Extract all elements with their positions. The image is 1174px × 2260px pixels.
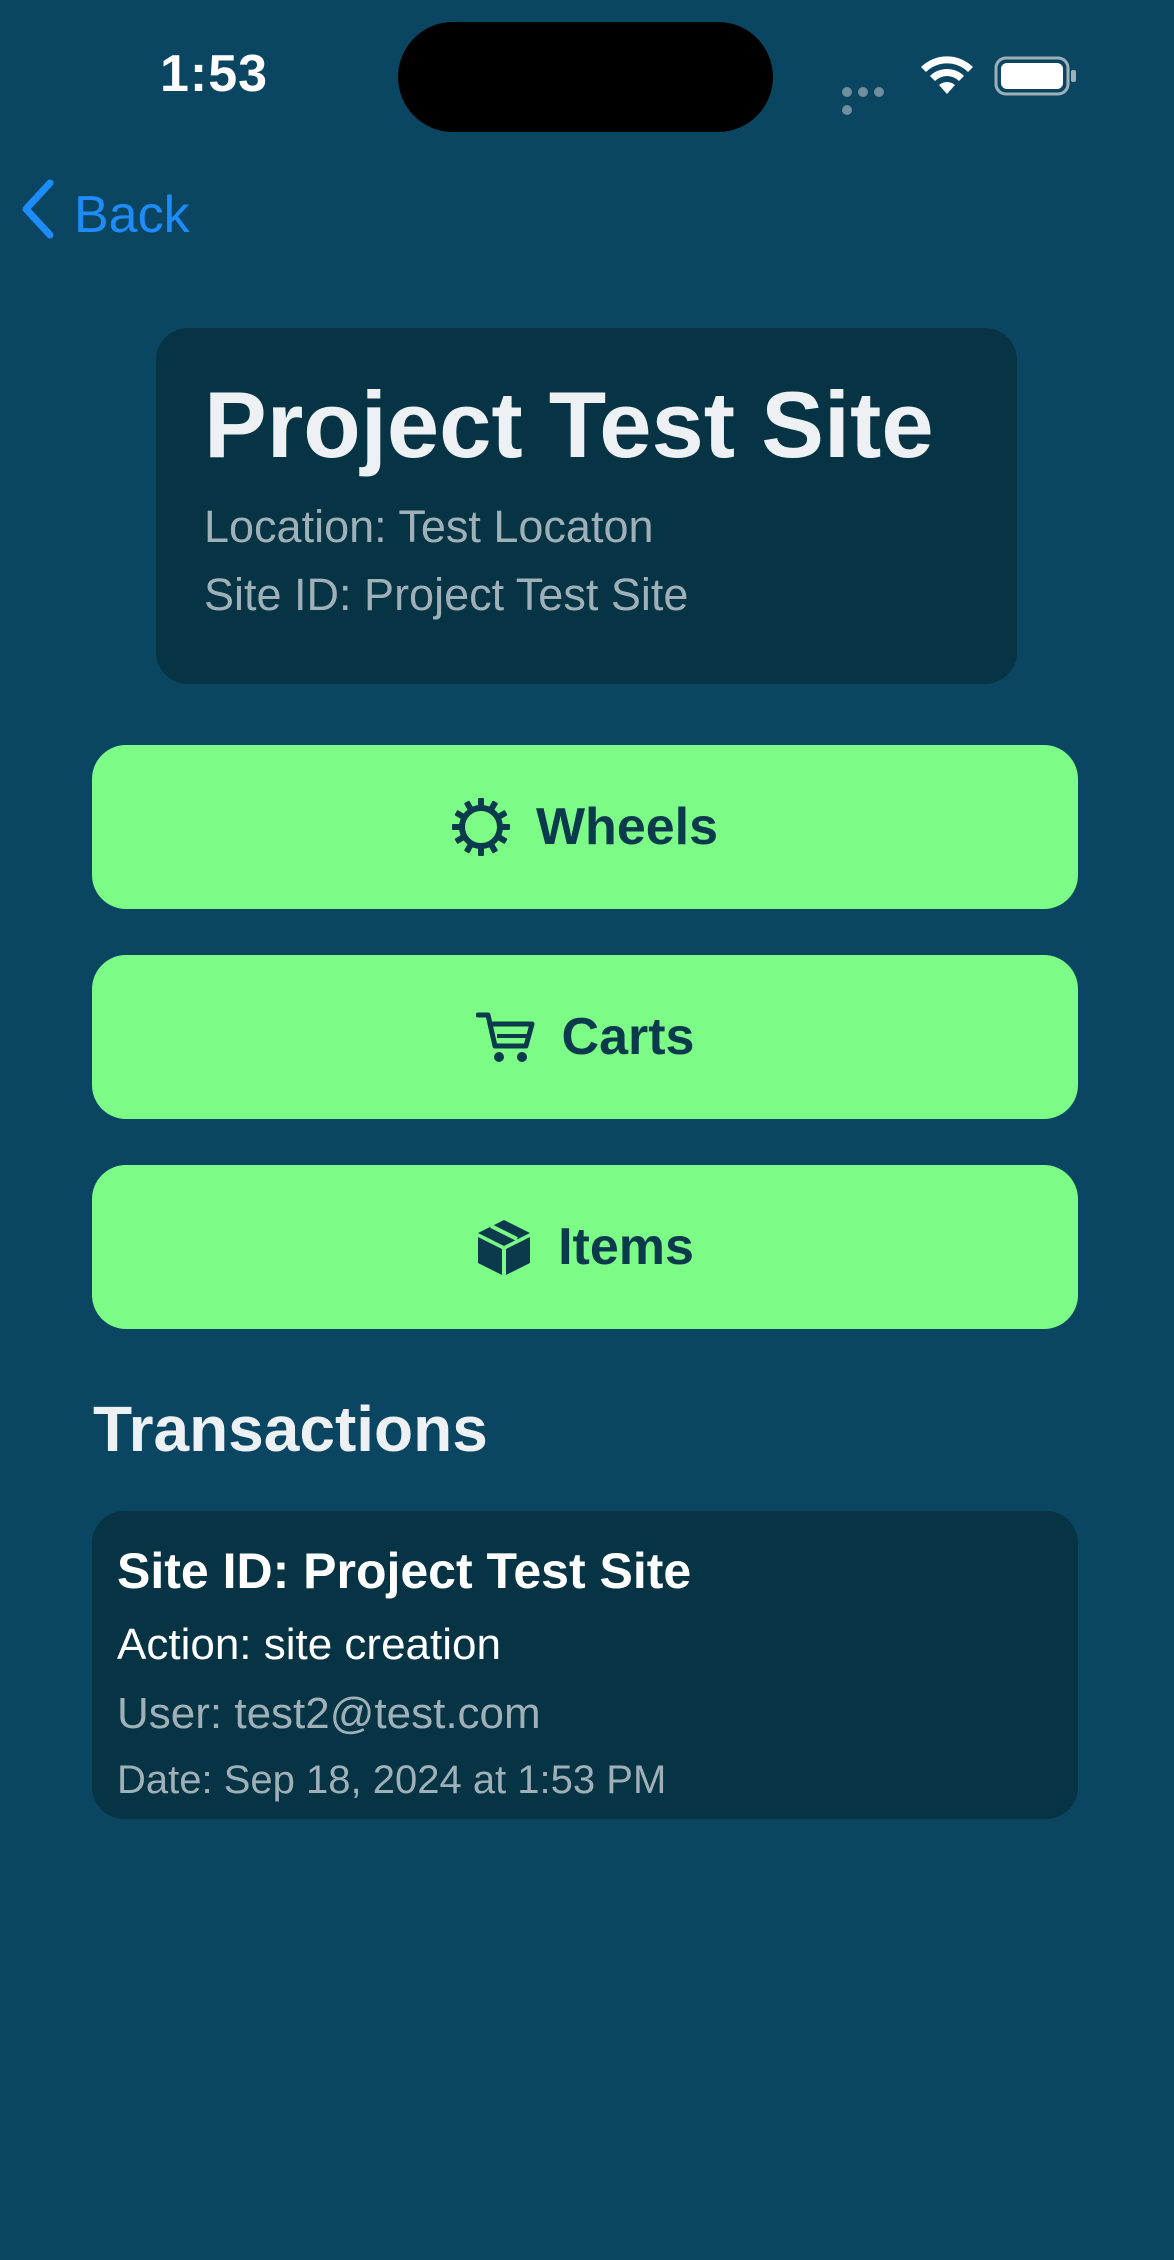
signal-dots-icon — [842, 84, 902, 115]
gear-icon — [451, 798, 510, 856]
transaction-site-id: Site ID: Project Test Site — [117, 1543, 692, 1599]
wheels-label: Wheels — [535, 798, 719, 856]
battery-icon — [994, 56, 1078, 96]
transactions-heading: Transactions — [93, 1393, 488, 1465]
back-button[interactable]: Back — [20, 179, 190, 252]
cart-icon — [475, 1010, 536, 1064]
dynamic-island — [398, 22, 773, 132]
transaction-action: Action: site creation — [117, 1620, 501, 1669]
transaction-date: Date: Sep 18, 2024 at 1:53 PM — [117, 1758, 667, 1802]
page-title: Project Test Site — [204, 372, 934, 477]
chevron-left-icon — [20, 179, 56, 252]
site-header-card: Project Test Site Location: Test Locaton… — [156, 328, 1017, 684]
wheels-button[interactable]: Wheels — [92, 745, 1078, 909]
transaction-card[interactable]: Site ID: Project Test Site Action: site … — [92, 1511, 1078, 1819]
items-label: Items — [558, 1218, 694, 1276]
site-location: Location: Test Locaton — [204, 500, 654, 552]
carts-label: Carts — [561, 1008, 695, 1066]
items-button[interactable]: Items — [92, 1165, 1078, 1329]
transaction-user: User: test2@test.com — [117, 1689, 541, 1738]
site-id: Site ID: Project Test Site — [204, 568, 689, 620]
wifi-icon — [920, 54, 974, 96]
status-time: 1:53 — [160, 45, 269, 103]
back-label: Back — [74, 186, 190, 244]
carts-button[interactable]: Carts — [92, 955, 1078, 1119]
box-icon — [476, 1218, 532, 1276]
